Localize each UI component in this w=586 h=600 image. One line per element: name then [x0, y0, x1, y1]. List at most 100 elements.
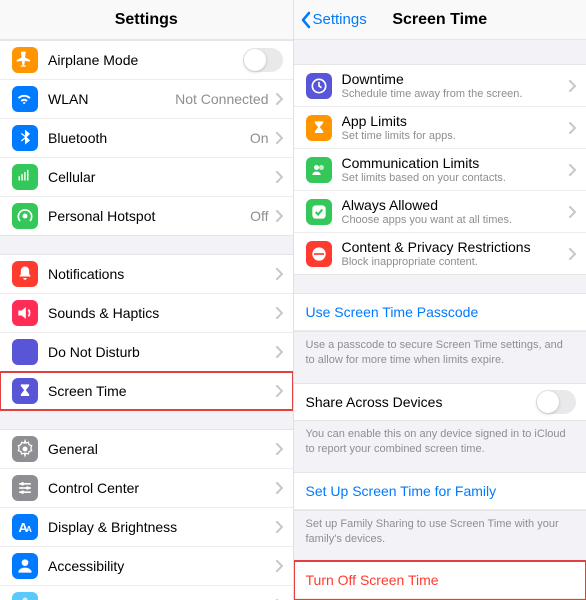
downtime-icon — [306, 73, 332, 99]
settings-row-wallpaper[interactable]: Wallpaper — [0, 586, 293, 600]
chevron-right-icon — [275, 307, 283, 319]
setup-family-link[interactable]: Set Up Screen Time for Family — [294, 473, 586, 510]
row-label: App Limits — [342, 113, 569, 129]
share-across-devices-row[interactable]: Share Across Devices — [294, 384, 586, 420]
comm-icon — [306, 157, 332, 183]
settings-row-control-center[interactable]: Control Center — [0, 469, 293, 508]
passcode-description: Use a passcode to secure Screen Time set… — [294, 332, 586, 383]
cellular-icon — [12, 164, 38, 190]
settings-row-accessibility[interactable]: Accessibility — [0, 547, 293, 586]
flower-icon — [12, 592, 38, 600]
chevron-right-icon — [568, 206, 576, 218]
row-sub: Schedule time away from the screen. — [342, 88, 569, 100]
sliders-icon — [12, 475, 38, 501]
settings-row-personal-hotspot[interactable]: Personal HotspotOff — [0, 197, 293, 235]
row-sub: Set time limits for apps. — [342, 130, 569, 142]
chevron-right-icon — [275, 171, 283, 183]
chevron-right-icon — [275, 482, 283, 494]
chevron-right-icon — [275, 521, 283, 533]
family-description: Set up Family Sharing to use Screen Time… — [294, 511, 586, 562]
chevron-right-icon — [275, 443, 283, 455]
screentime-row-communication-limits[interactable]: Communication LimitsSet limits based on … — [294, 149, 586, 191]
use-passcode-link[interactable]: Use Screen Time Passcode — [294, 294, 586, 331]
row-label: Personal Hotspot — [48, 208, 250, 224]
settings-row-bluetooth[interactable]: BluetoothOn — [0, 119, 293, 158]
row-label: Notifications — [48, 266, 275, 282]
row-label: Always Allowed — [342, 197, 569, 213]
screentime-title: Screen Time — [392, 11, 487, 29]
wifi-icon — [12, 86, 38, 112]
settings-title: Settings — [115, 11, 178, 29]
person-icon — [12, 553, 38, 579]
row-label: Downtime — [342, 71, 569, 87]
screentime-header: Settings Screen Time — [294, 0, 586, 40]
row-label: Communication Limits — [342, 155, 569, 171]
bluetooth-icon — [12, 125, 38, 151]
nosign-icon — [306, 241, 332, 267]
back-label: Settings — [313, 11, 367, 28]
text-icon: AA — [12, 514, 38, 540]
screentime-row-always-allowed[interactable]: Always AllowedChoose apps you want at al… — [294, 191, 586, 233]
screentime-row-content-privacy-restrictions[interactable]: Content & Privacy RestrictionsBlock inap… — [294, 233, 586, 274]
screentime-row-downtime[interactable]: DowntimeSchedule time away from the scre… — [294, 65, 586, 107]
row-value: Not Connected — [175, 91, 268, 107]
gear-icon — [12, 436, 38, 462]
settings-list[interactable]: Airplane ModeWLANNot ConnectedBluetoothO… — [0, 40, 293, 600]
row-label: Display & Brightness — [48, 519, 275, 535]
settings-row-airplane-mode[interactable]: Airplane Mode — [0, 41, 293, 80]
share-label: Share Across Devices — [306, 394, 537, 410]
row-label: Content & Privacy Restrictions — [342, 239, 569, 255]
row-label: Do Not Disturb — [48, 344, 275, 360]
row-label: General — [48, 441, 275, 457]
settings-row-display-brightness[interactable]: AA Display & Brightness — [0, 508, 293, 547]
settings-row-cellular[interactable]: Cellular — [0, 158, 293, 197]
chevron-right-icon — [275, 346, 283, 358]
row-label: Airplane Mode — [48, 52, 243, 68]
back-button[interactable]: Settings — [300, 11, 367, 29]
updated-text — [294, 40, 586, 64]
chevron-right-icon — [568, 80, 576, 92]
hotspot-icon — [12, 203, 38, 229]
chevron-right-icon — [275, 210, 283, 222]
chevron-right-icon — [275, 93, 283, 105]
toggle-airplane[interactable] — [243, 48, 283, 72]
row-label: Accessibility — [48, 558, 275, 574]
settings-row-screen-time[interactable]: Screen Time — [0, 372, 293, 410]
row-value: Off — [250, 208, 268, 224]
row-sub: Choose apps you want at all times. — [342, 214, 569, 226]
settings-row-wlan[interactable]: WLANNot Connected — [0, 80, 293, 119]
chevron-right-icon — [275, 560, 283, 572]
chevron-right-icon — [275, 268, 283, 280]
bell-icon — [12, 261, 38, 287]
share-description: You can enable this on any device signed… — [294, 421, 586, 472]
chevron-right-icon — [568, 164, 576, 176]
settings-row-sounds-haptics[interactable]: Sounds & Haptics — [0, 294, 293, 333]
hourglass-icon — [12, 378, 38, 404]
screentime-row-app-limits[interactable]: App LimitsSet time limits for apps. — [294, 107, 586, 149]
row-label: WLAN — [48, 91, 175, 107]
row-label: Screen Time — [48, 383, 275, 399]
row-sub: Set limits based on your contacts. — [342, 172, 569, 184]
check-icon — [306, 199, 332, 225]
row-label: Cellular — [48, 169, 275, 185]
settings-header: Settings — [0, 0, 293, 40]
chevron-right-icon — [568, 122, 576, 134]
row-value: On — [250, 130, 269, 146]
row-label: Bluetooth — [48, 130, 250, 146]
chevron-right-icon — [275, 132, 283, 144]
settings-row-general[interactable]: General — [0, 430, 293, 469]
speaker-icon — [12, 300, 38, 326]
row-label: Sounds & Haptics — [48, 305, 275, 321]
chevron-right-icon — [568, 248, 576, 260]
settings-row-notifications[interactable]: Notifications — [0, 255, 293, 294]
airplane-icon — [12, 47, 38, 73]
screentime-content[interactable]: DowntimeSchedule time away from the scre… — [294, 40, 586, 600]
settings-row-do-not-disturb[interactable]: Do Not Disturb — [0, 333, 293, 372]
row-label: Control Center — [48, 480, 275, 496]
hourglass-icon — [306, 115, 332, 141]
chevron-right-icon — [275, 385, 283, 397]
share-toggle[interactable] — [536, 390, 576, 414]
turn-off-screentime-link[interactable]: Turn Off Screen Time — [294, 562, 586, 599]
svg-text:A: A — [26, 524, 32, 534]
row-sub: Block inappropriate content. — [342, 256, 569, 268]
